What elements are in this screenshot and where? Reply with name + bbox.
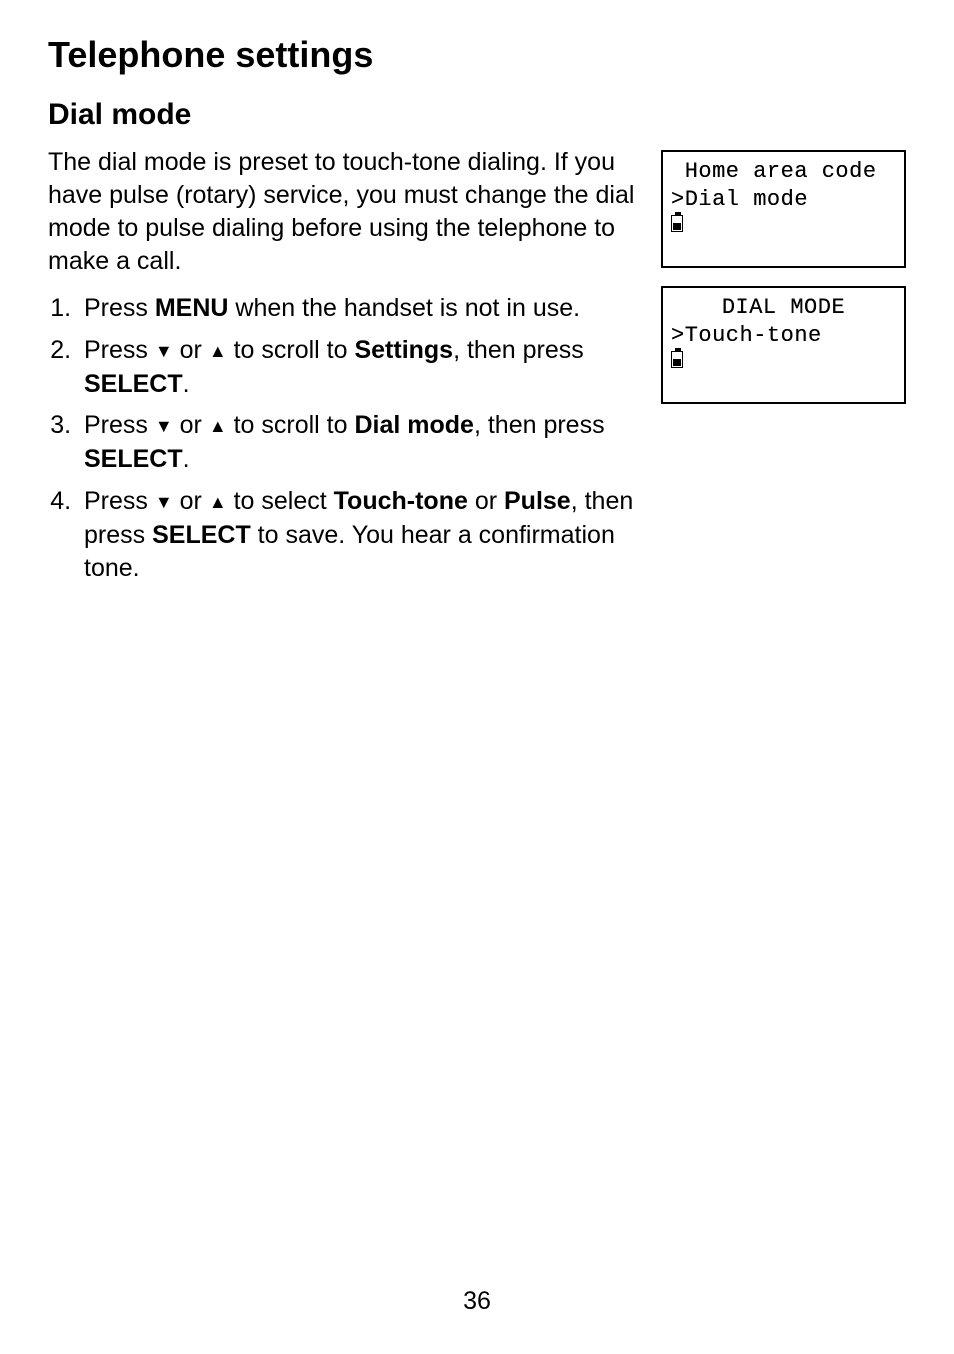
battery-icon xyxy=(671,213,896,241)
lcd2-line1: DIAL MODE xyxy=(671,294,896,322)
select-label: SELECT xyxy=(152,521,251,549)
dial-mode-label: Dial mode xyxy=(354,411,473,439)
main-text-column: The dial mode is preset to touch-tone di… xyxy=(48,146,637,594)
text: or xyxy=(173,487,209,515)
lcd1-line1: Home area code xyxy=(671,158,896,186)
text: Press xyxy=(84,487,155,515)
select-label: SELECT xyxy=(84,370,183,398)
text: , then press xyxy=(453,336,584,364)
intro-paragraph: The dial mode is preset to touch-tone di… xyxy=(48,146,637,278)
text: or xyxy=(173,411,209,439)
lcd-screen-1: Home area code >Dial mode xyxy=(661,150,906,268)
page-number: 36 xyxy=(0,1287,954,1316)
down-arrow-icon: ▼ xyxy=(155,492,173,512)
text: . xyxy=(183,445,190,473)
text: Press xyxy=(84,294,155,322)
text: to scroll to xyxy=(227,336,355,364)
lcd-screen-2: DIAL MODE >Touch-tone xyxy=(661,286,906,404)
text: to scroll to xyxy=(227,411,355,439)
up-arrow-icon: ▲ xyxy=(209,492,227,512)
up-arrow-icon: ▲ xyxy=(209,416,227,436)
menu-label: MENU xyxy=(155,294,229,322)
up-arrow-icon: ▲ xyxy=(209,341,227,361)
down-arrow-icon: ▼ xyxy=(155,341,173,361)
settings-label: Settings xyxy=(354,336,453,364)
down-arrow-icon: ▼ xyxy=(155,416,173,436)
step-4: Press ▼ or ▲ to select Touch-tone or Pul… xyxy=(78,485,637,586)
text: or xyxy=(468,487,504,515)
step-2: Press ▼ or ▲ to scroll to Settings, then… xyxy=(78,334,637,402)
pulse-label: Pulse xyxy=(504,487,571,515)
text: Press xyxy=(84,336,155,364)
text: Press xyxy=(84,411,155,439)
page-title: Telephone settings xyxy=(48,34,906,76)
text: , then press xyxy=(474,411,605,439)
lcd1-line2: >Dial mode xyxy=(671,186,896,214)
step-1: Press MENU when the handset is not in us… xyxy=(78,292,637,326)
text: when the handset is not in use. xyxy=(228,294,580,322)
text: . xyxy=(183,370,190,398)
section-heading: Dial mode xyxy=(48,98,906,132)
select-label: SELECT xyxy=(84,445,183,473)
lcd-screens-column: Home area code >Dial mode DIAL MODE >Tou… xyxy=(661,146,906,594)
text: or xyxy=(173,336,209,364)
lcd2-line2: >Touch-tone xyxy=(671,322,896,350)
battery-icon xyxy=(671,349,896,377)
steps-list: Press MENU when the handset is not in us… xyxy=(48,292,637,586)
touch-tone-label: Touch-tone xyxy=(334,487,468,515)
text: to select xyxy=(227,487,334,515)
step-3: Press ▼ or ▲ to scroll to Dial mode, the… xyxy=(78,409,637,477)
